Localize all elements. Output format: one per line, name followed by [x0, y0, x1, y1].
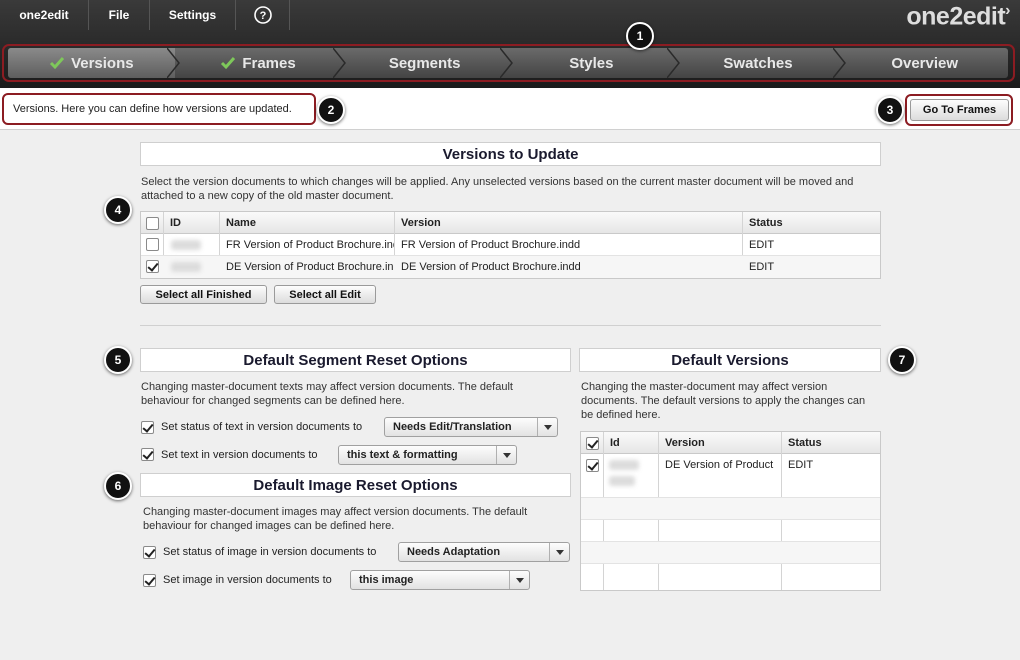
callout-2: 2 [317, 96, 345, 124]
segment-text-label: Set text in version documents to [161, 449, 318, 461]
step-separator-icon [500, 48, 513, 78]
step-separator-icon [333, 48, 347, 78]
segment-status-select[interactable]: Needs Edit/Translation [384, 417, 558, 437]
info-message: Versions. Here you can define how versio… [2, 93, 316, 125]
callout-4: 4 [104, 196, 132, 224]
column-header-version[interactable]: Version [395, 212, 441, 234]
column-header-id[interactable]: Id [604, 432, 620, 454]
row-checkbox[interactable] [586, 459, 599, 472]
select-value: this text & formatting [347, 449, 458, 461]
row-checkbox[interactable] [146, 238, 159, 251]
column-header-version[interactable]: Version [659, 432, 705, 454]
cell-version: FR Version of Product Brochure.indd [401, 239, 581, 251]
column-header-name[interactable]: Name [220, 212, 256, 234]
cell-status: EDIT [749, 261, 775, 273]
select-value: Needs Adaptation [407, 546, 501, 558]
versions-to-update-title: Versions to Update [140, 142, 881, 166]
help-icon: ? [253, 6, 272, 24]
select-all-checkbox[interactable] [146, 217, 159, 230]
step-separator-icon [166, 48, 180, 78]
table-row[interactable]: FR Version of Product Brochure.indd FR V… [141, 234, 880, 256]
callout-6: 6 [104, 472, 132, 500]
cell-version: DE Version of Product Brochure.indd [401, 261, 581, 273]
callout-3: 3 [876, 96, 904, 124]
dropdown-arrow-icon [509, 571, 529, 589]
empty-row [581, 520, 880, 542]
step-separator-icon [666, 48, 680, 78]
callout-1: 1 [626, 22, 654, 50]
default-versions-title: Default Versions [579, 348, 881, 372]
brand-mark: › [1005, 2, 1010, 19]
table-header [581, 432, 880, 454]
image-replace-checkbox[interactable] [143, 574, 156, 587]
segment-status-label: Set status of text in version documents … [161, 421, 363, 433]
step-separator-icon [833, 48, 847, 78]
segment-reset-description: Changing master-document texts may affec… [141, 381, 513, 407]
id-redacted [171, 240, 201, 250]
versions-table: ID Name Version Status FR Version of Pro… [140, 211, 881, 279]
image-status-select[interactable]: Needs Adaptation [398, 542, 570, 562]
image-replace-select[interactable]: this image [350, 570, 530, 590]
default-versions-description: Changing the master-document may affect … [581, 381, 866, 421]
cell-name: FR Version of Product Brochure.indd [226, 239, 394, 251]
help-icon-glyph: ? [259, 10, 266, 22]
section-divider [140, 325, 881, 326]
versions-to-update-description: Select the version documents to which ch… [141, 176, 854, 202]
segment-status-checkbox[interactable] [141, 421, 154, 434]
brand-logo: one2edit› [906, 2, 1010, 31]
info-text: Versions. Here you can define how versio… [13, 103, 292, 115]
dropdown-arrow-icon [549, 543, 569, 561]
dropdown-arrow-icon [496, 446, 516, 464]
go-to-frames-button[interactable]: Go To Frames [910, 99, 1009, 121]
select-all-checkbox[interactable] [586, 437, 599, 450]
image-reset-description: Changing master-document images may affe… [143, 506, 528, 532]
cell-name: DE Version of Product Brochure.indd [226, 261, 394, 273]
empty-row [581, 498, 880, 520]
image-status-checkbox[interactable] [143, 546, 156, 559]
brand-name: one2edit [906, 2, 1006, 31]
image-replace-label: Set image in version documents to [163, 574, 332, 586]
id-redacted [171, 262, 201, 272]
image-reset-title: Default Image Reset Options [140, 473, 571, 497]
menu-bar: one2edit File Settings ? [0, 0, 290, 30]
callout-7: 7 [888, 346, 916, 374]
segment-text-select[interactable]: this text & formatting [338, 445, 517, 465]
column-header-status[interactable]: Status [782, 432, 822, 454]
row-checkbox[interactable] [146, 260, 159, 273]
select-value: this image [359, 574, 414, 586]
cell-status: EDIT [749, 239, 775, 251]
select-all-edit-button[interactable]: Select all Edit [274, 285, 376, 304]
menu-help[interactable]: ? [236, 0, 290, 30]
empty-row [581, 564, 880, 586]
id-redacted [609, 476, 635, 486]
segment-reset-title: Default Segment Reset Options [140, 348, 571, 372]
empty-row [581, 542, 880, 564]
table-row[interactable]: DE Version of Product EDIT [581, 454, 880, 498]
default-versions-table: Id Version Status DE Version of Product … [580, 431, 881, 591]
menu-settings[interactable]: Settings [150, 0, 236, 30]
cell-status: EDIT [788, 459, 814, 471]
column-header-status[interactable]: Status [743, 212, 783, 234]
table-row[interactable]: DE Version of Product Brochure.indd DE V… [141, 256, 880, 278]
dropdown-arrow-icon [537, 418, 557, 436]
image-status-label: Set status of image in version documents… [163, 546, 377, 558]
menu-app[interactable]: one2edit [0, 0, 89, 30]
callout-5: 5 [104, 346, 132, 374]
cell-version: DE Version of Product [665, 459, 774, 471]
column-header-id[interactable]: ID [164, 212, 181, 234]
select-value: Needs Edit/Translation [393, 421, 512, 433]
menu-file[interactable]: File [89, 0, 150, 30]
segment-text-checkbox[interactable] [141, 448, 154, 461]
select-all-finished-button[interactable]: Select all Finished [140, 285, 267, 304]
id-redacted [609, 460, 639, 470]
